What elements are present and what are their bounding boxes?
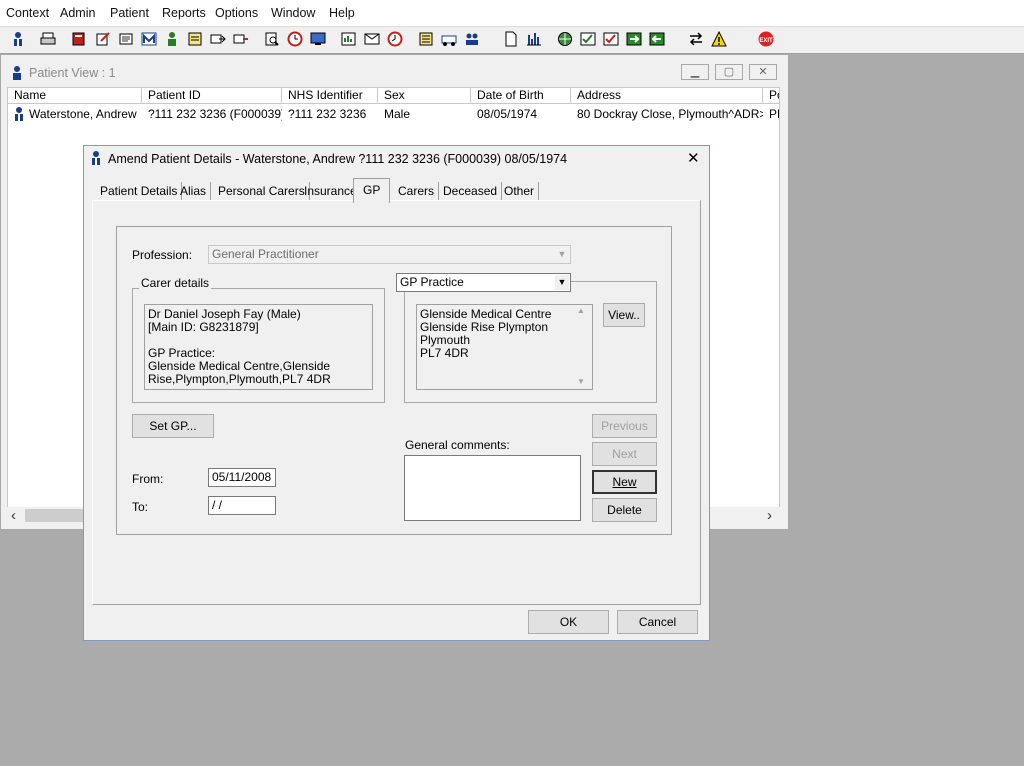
import-icon[interactable] (647, 29, 667, 49)
chevron-down-icon: ▼ (557, 249, 567, 259)
tab-deceased[interactable]: Deceased (439, 182, 503, 200)
patient-view-titlebar[interactable]: Patient View : 1 ▁ ▢ ✕ (1, 55, 788, 87)
previous-button[interactable]: Previous (592, 414, 657, 438)
cell-postcode: PL (769, 107, 779, 121)
notes-icon[interactable] (116, 29, 136, 49)
chart-report-icon[interactable] (339, 29, 359, 49)
tab-carers[interactable]: Carers (394, 182, 440, 200)
column-header-sex[interactable]: Sex (378, 88, 471, 104)
column-header-date-of-birth[interactable]: Date of Birth (471, 88, 571, 104)
cell-patient-id: ?111 232 3236 (F000039) (148, 107, 282, 121)
monitor-icon[interactable] (308, 29, 328, 49)
column-header-nhs-identifier[interactable]: NHS Identifier (282, 88, 378, 104)
transfer-icon[interactable] (231, 29, 251, 49)
cell-sex: Male (384, 107, 411, 121)
cancel-button[interactable]: Cancel (617, 610, 698, 634)
column-header-address[interactable]: Address (571, 88, 763, 104)
bar-chart-icon[interactable] (524, 29, 544, 49)
to-label: To: (132, 500, 149, 514)
patient-view-icon (9, 65, 25, 84)
clock-icon[interactable] (285, 29, 305, 49)
patient-view-title: Patient View : 1 (29, 66, 116, 80)
amend-patient-dialog: Amend Patient Details - Waterstone, Andr… (83, 145, 710, 641)
general-comments-label: General comments: (405, 438, 510, 452)
from-label: From: (132, 472, 164, 486)
exit-icon[interactable]: EXIT (756, 29, 776, 49)
tab-other[interactable]: Other (500, 182, 540, 200)
form-icon[interactable] (185, 29, 205, 49)
cell-nhs-identifier: ?111 232 3236 (288, 107, 367, 121)
carer-details-text: Dr Daniel Joseph Fay (Male) [Main ID: G8… (144, 304, 373, 390)
dialog-patient-icon (88, 150, 104, 169)
set-gp-button[interactable]: Set GP... (132, 414, 214, 438)
toolbar: EXIT (0, 27, 1024, 54)
doctor-icon[interactable] (162, 29, 182, 49)
maximize-button[interactable]: ▢ (715, 64, 743, 80)
memo-scroll-down-icon[interactable]: ▼ (577, 377, 585, 386)
column-header-postcode[interactable]: Po (763, 88, 779, 104)
tab-personal-carers[interactable]: Personal Carers (214, 182, 310, 200)
cell-name: Waterstone, Andrew (29, 107, 137, 121)
svg-text:EXIT: EXIT (759, 38, 773, 44)
menu-context[interactable]: Context (6, 6, 49, 20)
scroll-left-button[interactable]: ‹ (11, 507, 16, 524)
dialog-title: Amend Patient Details - Waterstone, Andr… (108, 152, 568, 166)
approve-icon[interactable] (601, 29, 621, 49)
page-icon[interactable] (501, 29, 521, 49)
close-window-button[interactable]: ✕ (749, 64, 777, 80)
practice-type-select[interactable]: GP Practice ▼ (396, 273, 571, 292)
swap-icon[interactable] (686, 29, 706, 49)
cell-date-of-birth: 08/05/1974 (477, 107, 538, 121)
menu-patient[interactable]: Patient (110, 6, 149, 20)
from-date-field[interactable]: 05/11/2008 (208, 468, 276, 487)
memo-scroll-up-icon[interactable]: ▲ (577, 306, 585, 315)
printer-icon[interactable] (38, 29, 58, 49)
delete-button[interactable]: Delete (592, 498, 657, 522)
referral-icon[interactable] (208, 29, 228, 49)
column-header-patient-id[interactable]: Patient ID (142, 88, 282, 104)
ambulance-icon[interactable] (439, 29, 459, 49)
patient-icon[interactable] (8, 29, 28, 49)
scroll-right-button[interactable]: › (767, 507, 772, 524)
to-date-field[interactable]: / / (208, 496, 276, 515)
records-book-icon[interactable] (69, 29, 89, 49)
group-icon[interactable] (462, 29, 482, 49)
edit-document-icon[interactable] (93, 29, 113, 49)
new-button[interactable]: New (592, 470, 657, 494)
carer-details-label: Carer details (139, 276, 212, 290)
next-button[interactable]: Next (592, 442, 657, 466)
cell-address: 80 Dockray Close, Plymouth^ADR>> (577, 107, 763, 121)
view-button[interactable]: View.. (603, 303, 645, 327)
menu-admin[interactable]: Admin (60, 6, 95, 20)
menu-help[interactable]: Help (329, 6, 355, 20)
alarm-clock-icon[interactable] (385, 29, 405, 49)
practice-address-text: Glenside Medical Centre Glenside Rise Pl… (416, 304, 593, 390)
search-document-icon[interactable] (262, 29, 282, 49)
list-icon[interactable] (416, 29, 436, 49)
globe-icon[interactable] (555, 29, 575, 49)
general-comments-field[interactable] (404, 455, 581, 521)
checklist-icon[interactable] (578, 29, 598, 49)
tab-patient-details[interactable]: Patient Details (96, 182, 183, 200)
tab-gp[interactable]: GP (353, 178, 391, 203)
ok-button[interactable]: OK (528, 610, 609, 634)
warning-icon[interactable] (709, 29, 729, 49)
profession-select[interactable]: General Practitioner ▼ (208, 245, 571, 264)
scroll-thumb[interactable] (25, 509, 85, 522)
menu-reports[interactable]: Reports (162, 6, 206, 20)
menu-options[interactable]: Options (215, 6, 258, 20)
column-header-name[interactable]: Name (8, 88, 142, 104)
menu-bar: Context Admin Patient Reports Options Wi… (0, 0, 1024, 27)
export-icon[interactable] (624, 29, 644, 49)
letter-icon[interactable] (362, 29, 382, 49)
minimize-button[interactable]: ▁ (681, 64, 709, 80)
mail-m-icon[interactable] (139, 29, 159, 49)
profession-label: Profession: (132, 248, 193, 262)
menu-window[interactable]: Window (271, 6, 315, 20)
patient-row-icon (11, 106, 27, 125)
tab-alias[interactable]: Alias (176, 182, 212, 200)
dialog-close-button[interactable]: ✕ (687, 149, 700, 167)
chevron-down-icon: ▼ (555, 275, 569, 290)
